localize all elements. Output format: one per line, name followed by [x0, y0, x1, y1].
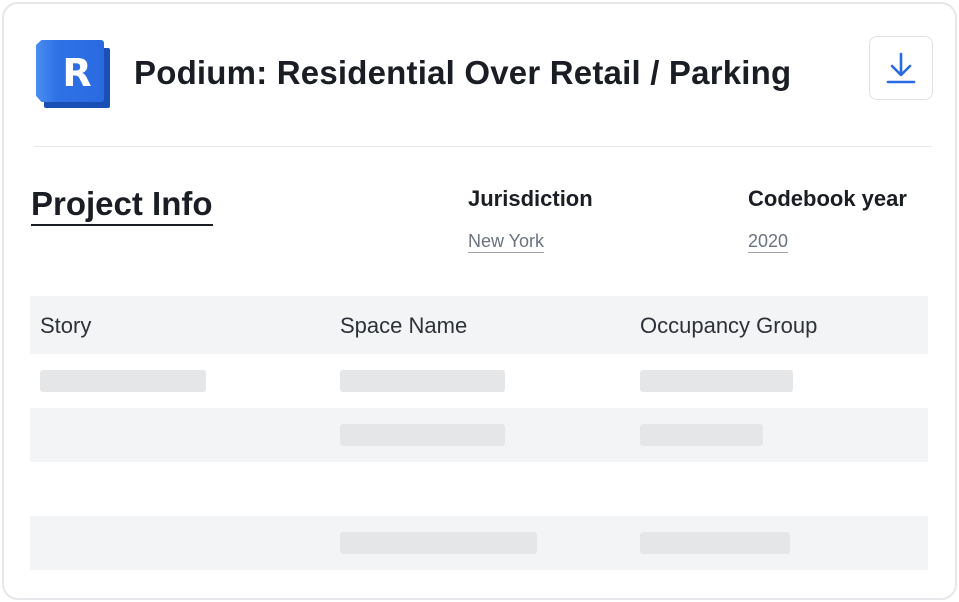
column-header-space-name[interactable]: Space Name [340, 313, 467, 339]
skeleton-placeholder [340, 424, 505, 446]
page-title: Podium: Residential Over Retail / Parkin… [134, 54, 792, 91]
codebook-year-label: Codebook year [748, 186, 907, 211]
jurisdiction-label: Jurisdiction [468, 186, 593, 211]
table-row [30, 462, 928, 516]
skeleton-placeholder [340, 532, 537, 554]
header-divider [34, 146, 932, 147]
table-row [30, 354, 928, 408]
skeleton-placeholder [640, 532, 790, 554]
jurisdiction-link[interactable]: New York [468, 230, 545, 253]
revit-logo-icon: R [36, 40, 110, 108]
download-button[interactable] [869, 36, 933, 100]
skeleton-placeholder [340, 370, 505, 392]
column-header-story[interactable]: Story [40, 313, 91, 339]
skeleton-placeholder [40, 370, 206, 392]
column-header-occupancy-group[interactable]: Occupancy Group [640, 313, 817, 339]
codebook-year-link[interactable]: 2020 [748, 230, 789, 253]
download-icon [886, 52, 916, 84]
skeleton-placeholder [640, 424, 763, 446]
section-title-project-info: Project Info [31, 186, 213, 226]
table-header: Story Space Name Occupancy Group [30, 296, 928, 354]
skeleton-placeholder [640, 370, 793, 392]
table-row [30, 408, 928, 462]
table-row [30, 516, 928, 570]
occupancy-table: Story Space Name Occupancy Group [30, 296, 928, 570]
